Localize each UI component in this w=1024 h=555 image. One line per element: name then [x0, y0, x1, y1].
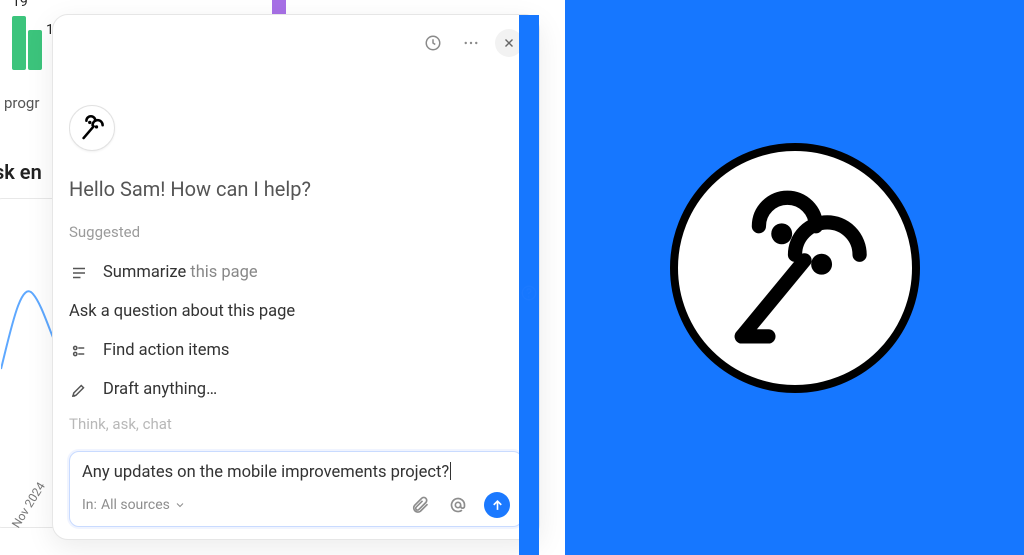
brand-face-logo	[670, 143, 920, 393]
attach-button[interactable]	[408, 493, 432, 517]
truncated-heading: sk en	[0, 160, 42, 184]
suggestion-label: Ask a question about this page	[69, 302, 295, 321]
month-label: Nov 2024	[9, 480, 48, 531]
history-button[interactable]	[419, 29, 447, 57]
suggestion-draft[interactable]: Draft anything…	[69, 370, 523, 409]
input-toolbar: In: All sources	[82, 492, 510, 518]
suggestion-action-items[interactable]: Find action items	[69, 331, 523, 370]
mention-button[interactable]	[446, 493, 470, 517]
at-icon	[448, 495, 468, 515]
suggested-label: Suggested	[69, 223, 523, 241]
question-icon	[519, 57, 523, 443]
assistant-avatar	[69, 105, 115, 151]
assistant-face-icon	[78, 114, 106, 142]
chat-input-card: Any updates on the mobile improvements p…	[69, 451, 523, 527]
suggestion-label: Find action items	[103, 341, 229, 360]
panel-header	[69, 29, 523, 57]
scope-value: All sources	[101, 497, 170, 513]
scope-selector[interactable]: In: All sources	[82, 497, 186, 513]
text-cursor	[450, 462, 451, 480]
suggestion-label: Draft anything…	[103, 380, 217, 399]
history-icon	[424, 34, 442, 52]
bar-green-1	[12, 16, 26, 70]
sliders-icon	[69, 342, 89, 360]
arrow-up-icon	[490, 498, 505, 513]
send-button[interactable]	[484, 492, 510, 518]
suggestion-summarize[interactable]: Summarize this page	[69, 253, 523, 292]
pencil-icon	[69, 381, 89, 399]
bar-green-2	[28, 30, 42, 70]
chevron-down-icon	[174, 499, 186, 511]
scope-prefix: In:	[82, 497, 97, 513]
bar-value-19: 19	[12, 0, 28, 10]
chart-partial-label: progr	[4, 94, 39, 112]
paperclip-icon	[410, 495, 430, 515]
panel-body: Hello Sam! How can I help? Suggested Sum…	[69, 57, 523, 443]
assistant-face-icon	[700, 173, 890, 363]
promo-panel	[565, 0, 1024, 555]
more-button[interactable]	[457, 29, 485, 57]
lines-icon	[69, 264, 89, 282]
input-hint: Think, ask, chat	[69, 415, 523, 433]
ai-chat-panel: Hello Sam! How can I help? Suggested Sum…	[52, 14, 540, 540]
greeting-text: Hello Sam! How can I help?	[69, 177, 523, 201]
close-icon	[502, 36, 516, 50]
suggestion-label: Summarize this page	[103, 263, 258, 282]
more-icon	[462, 34, 480, 52]
chat-input[interactable]: Any updates on the mobile improvements p…	[82, 462, 510, 482]
suggestion-ask-question[interactable]: Ask a question about this page	[69, 292, 523, 331]
